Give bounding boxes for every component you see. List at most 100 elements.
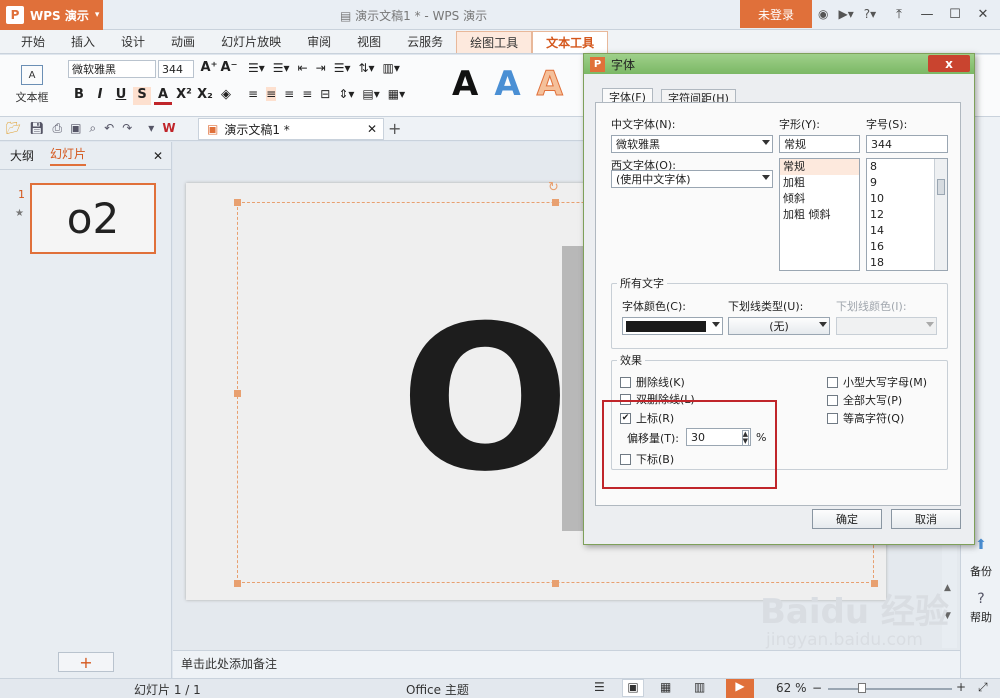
tab-design[interactable]: 设计 bbox=[108, 31, 158, 53]
undo-icon[interactable]: ↶ bbox=[104, 121, 114, 136]
share-icon[interactable]: ▶▾ bbox=[838, 7, 853, 21]
small-caps-option[interactable]: 小型大写字母(M) bbox=[827, 374, 927, 390]
cn-font-select[interactable]: 微软雅黑 bbox=[611, 135, 773, 153]
shadow-icon[interactable]: S bbox=[133, 87, 151, 105]
ok-button[interactable]: 确定 bbox=[812, 509, 882, 529]
columns-icon[interactable]: ▥▾ bbox=[383, 61, 400, 75]
clear-format-icon[interactable]: ◈ bbox=[217, 87, 235, 105]
text-direction-icon[interactable]: ⇅▾ bbox=[358, 61, 374, 75]
resize-handle-bottom[interactable] bbox=[552, 580, 559, 587]
add-slide-button[interactable]: + bbox=[58, 652, 114, 672]
close-tab-icon[interactable]: ✕ bbox=[367, 122, 377, 136]
style-option[interactable]: 加粗 倾斜 bbox=[780, 207, 859, 223]
skin-icon[interactable]: ◉ bbox=[818, 7, 828, 21]
document-tab[interactable]: ▣ 演示文稿1 * ✕ bbox=[198, 118, 384, 140]
tab-slideshow[interactable]: 幻灯片放映 bbox=[208, 31, 294, 53]
new-tab-icon[interactable]: + bbox=[388, 119, 401, 138]
align-center-icon[interactable]: ≡ bbox=[266, 87, 277, 101]
line-spacing-icon[interactable]: ☰▾ bbox=[334, 61, 351, 75]
bullet-list-icon[interactable]: ☰▾ bbox=[248, 61, 265, 75]
resize-handle-br[interactable] bbox=[871, 580, 878, 587]
size-input[interactable]: 344 bbox=[866, 135, 948, 153]
reading-view-icon[interactable]: ▥ bbox=[694, 680, 705, 694]
wps-w-icon[interactable]: W bbox=[162, 121, 175, 136]
all-caps-checkbox[interactable] bbox=[827, 394, 838, 406]
tab-review[interactable]: 审阅 bbox=[294, 31, 344, 53]
justify-icon[interactable]: ≡ bbox=[302, 87, 312, 101]
grow-font-icon[interactable]: A⁺ bbox=[200, 60, 218, 75]
distribute-icon[interactable]: ⊟ bbox=[320, 87, 330, 101]
number-list-icon[interactable]: ☰▾ bbox=[273, 61, 290, 75]
login-button[interactable]: 未登录 bbox=[740, 0, 812, 28]
strikethrough-checkbox[interactable] bbox=[620, 376, 631, 388]
zoom-slider-thumb[interactable] bbox=[858, 683, 866, 693]
indent-icon[interactable]: ⇥ bbox=[316, 61, 326, 75]
zoom-level[interactable]: 62 % bbox=[776, 681, 807, 695]
dialog-close-button[interactable]: x bbox=[928, 55, 970, 72]
tab-outline[interactable]: 大纲 bbox=[10, 147, 34, 164]
subscript-icon[interactable]: X₂ bbox=[196, 87, 214, 105]
save-icon[interactable]: 💾︎ bbox=[29, 121, 44, 136]
resize-handle-left[interactable] bbox=[234, 390, 241, 397]
notes-pane[interactable]: 单击此处添加备注 bbox=[173, 650, 960, 678]
style-list[interactable]: 常规 加粗 倾斜 加粗 倾斜 bbox=[779, 158, 860, 271]
font-color-select[interactable] bbox=[622, 317, 723, 335]
print-icon[interactable]: ▣ bbox=[70, 121, 81, 136]
text-style-orange[interactable]: A bbox=[536, 64, 563, 105]
size-list-scrollbar[interactable] bbox=[934, 159, 947, 270]
print-preview-icon[interactable]: ⎙ bbox=[52, 121, 62, 136]
tab-cloud[interactable]: 云服务 bbox=[394, 31, 456, 53]
font-name-select[interactable]: 微软雅黑 bbox=[68, 60, 156, 78]
sorter-view-icon[interactable]: ▦ bbox=[660, 680, 671, 694]
convert-smartart-icon[interactable]: ▦▾ bbox=[388, 87, 405, 101]
text-style-black[interactable]: A bbox=[452, 64, 478, 104]
zoom-slider[interactable] bbox=[828, 688, 952, 690]
underline-type-select[interactable]: (无) bbox=[728, 317, 830, 335]
resize-handle-top[interactable] bbox=[552, 199, 559, 206]
resize-handle-bl[interactable] bbox=[234, 580, 241, 587]
backup-label[interactable]: 备份 bbox=[963, 563, 999, 579]
style-option[interactable]: 常规 bbox=[780, 159, 859, 175]
rotate-handle-icon[interactable]: ↻ bbox=[548, 180, 559, 195]
slide-thumbnail[interactable]: o2 bbox=[30, 183, 156, 254]
tab-drawing-tools[interactable]: 绘图工具 bbox=[456, 31, 533, 53]
font-color-icon[interactable]: A bbox=[154, 87, 172, 105]
normal-view-icon[interactable]: ▣ bbox=[622, 679, 644, 697]
tab-text-tools[interactable]: 文本工具 bbox=[532, 31, 609, 53]
zoom-out-icon[interactable]: − bbox=[812, 681, 822, 695]
close-panel-icon[interactable]: ✕ bbox=[153, 149, 163, 163]
bold-icon[interactable]: B bbox=[70, 87, 88, 105]
fit-window-icon[interactable]: ⤢ bbox=[978, 680, 988, 695]
size-list[interactable]: 8 9 10 12 14 16 18 bbox=[866, 158, 948, 271]
align-text-icon[interactable]: ▤▾ bbox=[362, 87, 379, 101]
font-size-select[interactable]: 344 bbox=[158, 60, 194, 78]
tab-insert[interactable]: 插入 bbox=[58, 31, 108, 53]
tab-animation[interactable]: 动画 bbox=[158, 31, 208, 53]
minimize-button[interactable]: — bbox=[914, 4, 940, 24]
outdent-icon[interactable]: ⇤ bbox=[298, 61, 308, 75]
style-input[interactable]: 常规 bbox=[779, 135, 860, 153]
vertical-align-icon[interactable]: ⇕▾ bbox=[338, 87, 354, 101]
style-option[interactable]: 加粗 bbox=[780, 175, 859, 191]
tab-slides[interactable]: 幻灯片 bbox=[50, 145, 87, 166]
app-menu-button[interactable]: P WPS 演示 ▾ bbox=[0, 0, 103, 30]
text-style-blue[interactable]: A bbox=[494, 64, 520, 104]
play-slideshow-icon[interactable]: ▶ bbox=[726, 679, 754, 698]
open-icon[interactable]: 📂︎ bbox=[6, 121, 21, 136]
style-option[interactable]: 倾斜 bbox=[780, 191, 859, 207]
find-icon[interactable]: ⌕ bbox=[89, 121, 96, 136]
notes-toggle-icon[interactable]: ☰ bbox=[594, 680, 605, 694]
redo-icon[interactable]: ↷ bbox=[122, 121, 132, 136]
tab-view[interactable]: 视图 bbox=[344, 31, 394, 53]
equal-height-option[interactable]: 等高字符(Q) bbox=[827, 410, 904, 426]
tab-start[interactable]: 开始 bbox=[8, 31, 58, 53]
help-label[interactable]: 帮助 bbox=[963, 609, 999, 625]
equal-height-checkbox[interactable] bbox=[827, 412, 838, 424]
small-caps-checkbox[interactable] bbox=[827, 376, 838, 388]
italic-icon[interactable]: I bbox=[91, 87, 109, 105]
all-caps-option[interactable]: 全部大写(P) bbox=[827, 392, 902, 408]
align-right-icon[interactable]: ≡ bbox=[284, 87, 294, 101]
cancel-button[interactable]: 取消 bbox=[891, 509, 961, 529]
customize-icon[interactable]: ▾ bbox=[148, 121, 154, 136]
underline-icon[interactable]: U bbox=[112, 87, 130, 105]
